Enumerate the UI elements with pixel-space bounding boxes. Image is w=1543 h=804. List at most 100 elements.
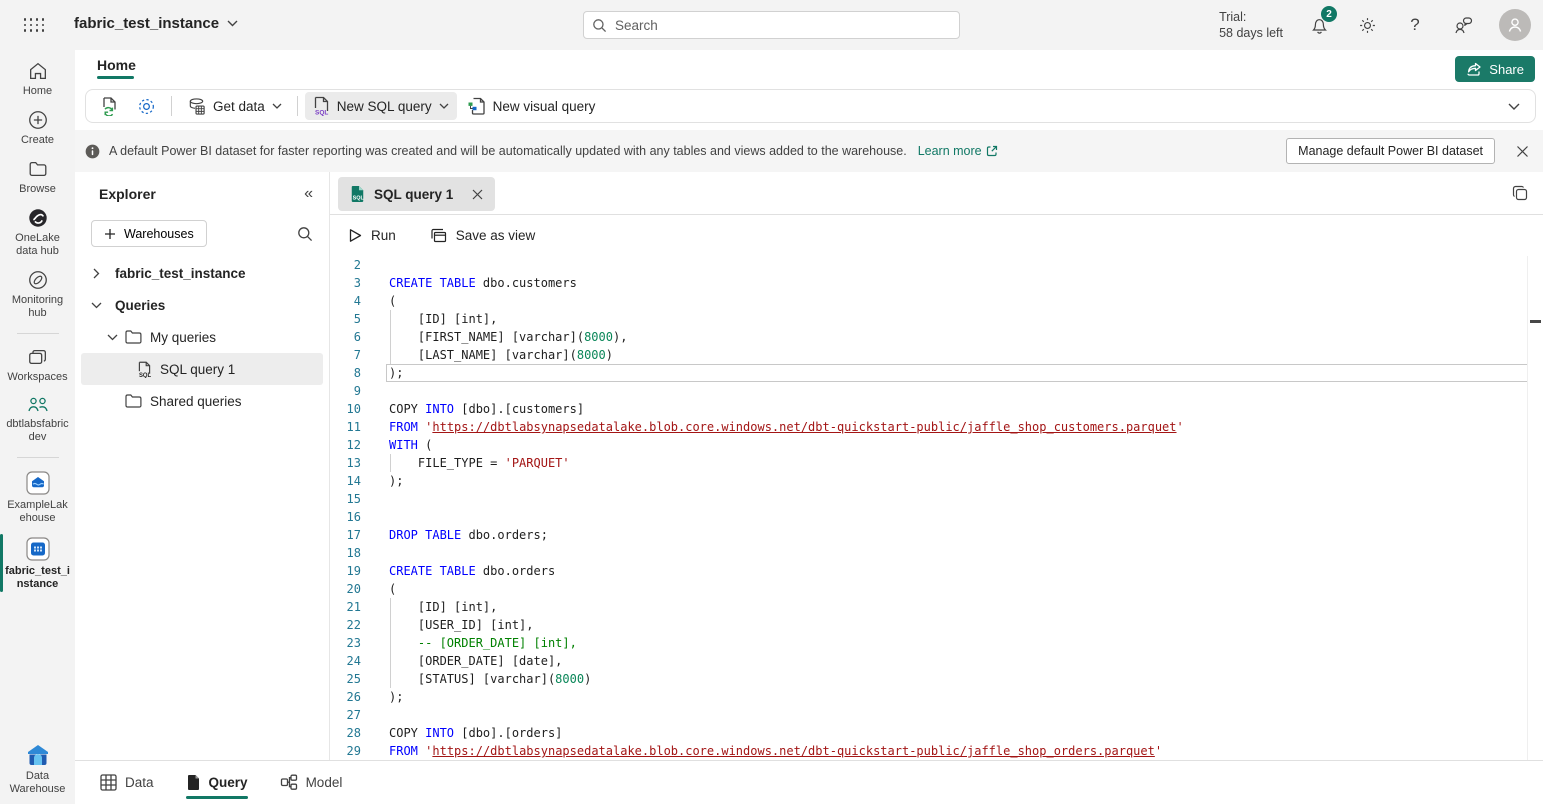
code-line[interactable]: 4( [330,292,1528,310]
code-line[interactable]: 28COPY INTO [dbo].[orders] [330,724,1528,742]
code-line-text[interactable]: WITH ( [386,436,1528,454]
code-line[interactable]: 27 [330,706,1528,724]
code-line[interactable]: 26); [330,688,1528,706]
code-line[interactable]: 2 [330,256,1528,274]
rail-item-dbtlabsfabricdev[interactable]: dbtlabsfabricdev [0,395,75,444]
code-line-text[interactable]: -- [ORDER_DATE] [int], [386,634,1528,652]
tree-item-my-queries[interactable]: My queries [75,321,329,353]
code-line[interactable]: 18 [330,544,1528,562]
code-line[interactable]: 11FROM 'https://dbtlabsynapsedatalake.bl… [330,418,1528,436]
new-visual-query-button[interactable]: New visual query [459,92,604,120]
code-line-text[interactable]: ); [386,364,1528,382]
code-line-text[interactable]: ( [386,292,1528,310]
code-line[interactable]: 19CREATE TABLE dbo.orders [330,562,1528,580]
code-line[interactable]: 17DROP TABLE dbo.orders; [330,526,1528,544]
tree-item-queries[interactable]: Queries [75,289,329,321]
rail-item-home[interactable]: Home [0,60,75,98]
code-line-text[interactable]: ); [386,472,1528,490]
refresh-button[interactable] [93,92,127,120]
collapse-explorer-button[interactable]: « [304,185,313,203]
close-tab-button[interactable] [472,189,483,200]
new-sql-query-button[interactable]: SQL New SQL query [305,92,457,120]
help-button[interactable]: ? [1403,13,1427,37]
rail-item-fabric-test-instance[interactable]: fabric_test_instance [0,536,75,591]
learn-more-link[interactable]: Learn more [918,144,998,158]
rail-item-onelake-data-hub[interactable]: OneLake data hub [0,207,75,258]
code-line[interactable]: 29FROM 'https://dbtlabsynapsedatalake.bl… [330,742,1528,760]
code-line-text[interactable]: [FIRST_NAME] [varchar](8000), [386,328,1528,346]
code-line[interactable]: 10COPY INTO [dbo].[customers] [330,400,1528,418]
rail-item-browse[interactable]: Browse [0,158,75,196]
query-settings-button[interactable] [129,92,164,120]
code-line-text[interactable] [386,544,1528,562]
code-line-text[interactable]: FROM 'https://dbtlabsynapsedatalake.blob… [386,742,1528,760]
code-line-text[interactable] [386,706,1528,724]
code-line[interactable]: 15 [330,490,1528,508]
user-avatar[interactable] [1499,9,1531,41]
code-line-text[interactable]: [USER_ID] [int], [386,616,1528,634]
code-line-text[interactable]: FROM 'https://dbtlabsynapsedatalake.blob… [386,418,1528,436]
code-line[interactable]: 8); [330,364,1528,382]
code-line-text[interactable]: [LAST_NAME] [varchar](8000) [386,346,1528,364]
code-line[interactable]: 6 [FIRST_NAME] [varchar](8000), [330,328,1528,346]
manage-default-dataset-button[interactable]: Manage default Power BI dataset [1286,138,1495,164]
code-line[interactable]: 22 [USER_ID] [int], [330,616,1528,634]
code-line[interactable]: 20( [330,580,1528,598]
code-line-text[interactable] [386,382,1528,400]
code-line-text[interactable]: FILE_TYPE = 'PARQUET' [386,454,1528,472]
notifications-button[interactable]: 2 [1307,13,1331,37]
global-search[interactable] [583,11,960,39]
code-line[interactable]: 23 -- [ORDER_DATE] [int], [330,634,1528,652]
search-input[interactable] [615,18,951,33]
code-line-text[interactable]: COPY INTO [dbo].[orders] [386,724,1528,742]
code-line-text[interactable]: ); [386,688,1528,706]
code-line[interactable]: 9 [330,382,1528,400]
code-line-text[interactable]: [STATUS] [varchar](8000) [386,670,1528,688]
code-line[interactable]: 21 [ID] [int], [330,598,1528,616]
code-line-text[interactable]: [ORDER_DATE] [date], [386,652,1528,670]
collapse-ribbon-chevron[interactable] [1508,103,1520,110]
tree-item-shared-queries[interactable]: Shared queries [75,385,329,417]
code-line[interactable]: 14); [330,472,1528,490]
rail-item-examplelakehouse[interactable]: ExampleLakehouse [0,470,75,525]
settings-button[interactable] [1355,13,1379,37]
banner-close-button[interactable] [1516,145,1529,158]
code-line[interactable]: 3CREATE TABLE dbo.customers [330,274,1528,292]
code-line[interactable]: 16 [330,508,1528,526]
code-line-text[interactable]: CREATE TABLE dbo.orders [386,562,1528,580]
share-button[interactable]: Share [1455,56,1535,82]
code-line-text[interactable]: DROP TABLE dbo.orders; [386,526,1528,544]
tree-item-warehouse[interactable]: fabric_test_instance [75,257,329,289]
view-tab-model[interactable]: Model [280,761,343,804]
code-line[interactable]: 25 [STATUS] [varchar](8000) [330,670,1528,688]
tree-item-sql-query-1[interactable]: SQL SQL query 1 [81,353,323,385]
code-line[interactable]: 7 [LAST_NAME] [varchar](8000) [330,346,1528,364]
overview-ruler-cursor-mark[interactable] [1530,320,1541,323]
feedback-button[interactable] [1451,13,1475,37]
code-line-text[interactable]: [ID] [int], [386,310,1528,328]
code-line-text[interactable]: CREATE TABLE dbo.customers [386,274,1528,292]
code-line[interactable]: 5 [ID] [int], [330,310,1528,328]
code-line-text[interactable] [386,256,1528,274]
rail-item-data-warehouse[interactable]: Data Warehouse [0,743,75,796]
code-line-text[interactable] [386,490,1528,508]
rail-item-workspaces[interactable]: Workspaces [0,346,75,384]
code-line[interactable]: 24 [ORDER_DATE] [date], [330,652,1528,670]
rail-item-create[interactable]: Create [0,109,75,147]
sql-code-editor[interactable]: 23CREATE TABLE dbo.customers4(5 [ID] [in… [330,256,1543,760]
app-launcher-icon[interactable] [22,17,46,33]
get-data-button[interactable]: Get data [179,92,290,120]
add-warehouses-button[interactable]: Warehouses [91,220,207,247]
view-tab-data[interactable]: Data [100,761,154,804]
code-line[interactable]: 12WITH ( [330,436,1528,454]
tab-sql-query-1[interactable]: SQL SQL query 1 [338,177,495,211]
code-line-text[interactable]: [ID] [int], [386,598,1528,616]
tab-home[interactable]: Home [97,57,136,73]
explorer-search-button[interactable] [297,226,313,242]
save-as-view-button[interactable]: Save as view [430,228,536,243]
code-line-text[interactable]: ( [386,580,1528,598]
run-button[interactable]: Run [349,228,396,243]
view-tab-query[interactable]: Query [186,761,248,804]
code-line[interactable]: 13 FILE_TYPE = 'PARQUET' [330,454,1528,472]
workspace-title-menu[interactable]: fabric_test_instance [74,15,238,32]
